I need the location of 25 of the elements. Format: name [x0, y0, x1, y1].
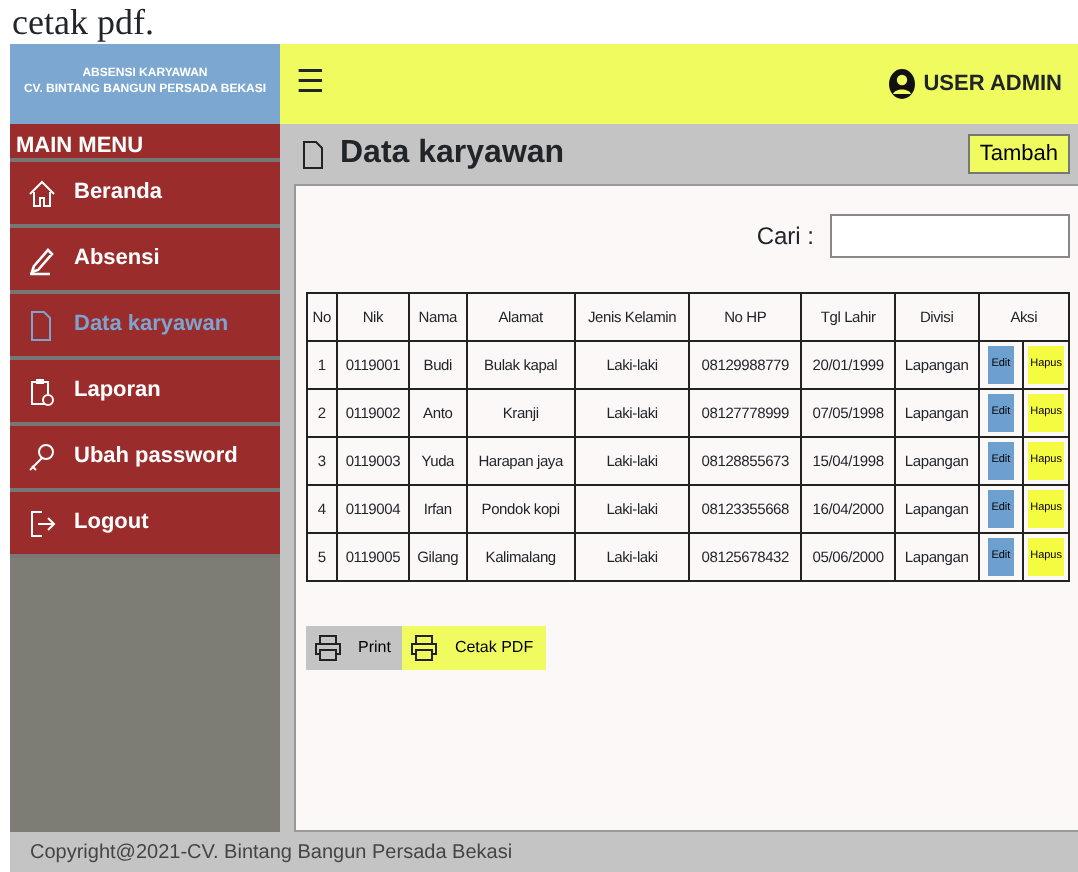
logout-icon	[26, 507, 58, 539]
document-icon	[302, 139, 324, 169]
footer-text: Copyright@2021-CV. Bintang Bangun Persada Bekasi	[28, 839, 515, 867]
sidebar-item[interactable]: Logout	[10, 492, 280, 558]
print-button[interactable]: Print	[306, 626, 403, 670]
menu-icon[interactable]: ☰	[296, 60, 324, 108]
pencil-icon	[26, 243, 58, 275]
sidebar-item[interactable]: Absensi	[10, 228, 280, 294]
document-caption: cetak pdf.	[10, 0, 156, 44]
sidebar-item[interactable]: Beranda	[10, 162, 280, 228]
search-label: Cari :	[756, 220, 814, 254]
add-button[interactable]: Tambah	[967, 133, 1070, 175]
search-field[interactable]	[830, 214, 1070, 258]
printer-icon	[410, 634, 439, 662]
sidebar-title: MAIN MENU	[10, 124, 280, 162]
pdf-button[interactable]: Cetak PDF	[402, 626, 546, 670]
user-icon	[887, 68, 916, 100]
sidebar-item[interactable]: Ubah password	[10, 426, 280, 492]
page-title: Data karyawan	[340, 134, 565, 174]
printer-icon	[314, 634, 342, 662]
key-icon	[26, 441, 58, 473]
home-icon	[26, 177, 58, 209]
sidebar-item[interactable]: Laporan	[10, 360, 280, 426]
clipboard-icon	[26, 375, 58, 407]
user-name[interactable]: USER ADMIN	[923, 67, 1062, 101]
